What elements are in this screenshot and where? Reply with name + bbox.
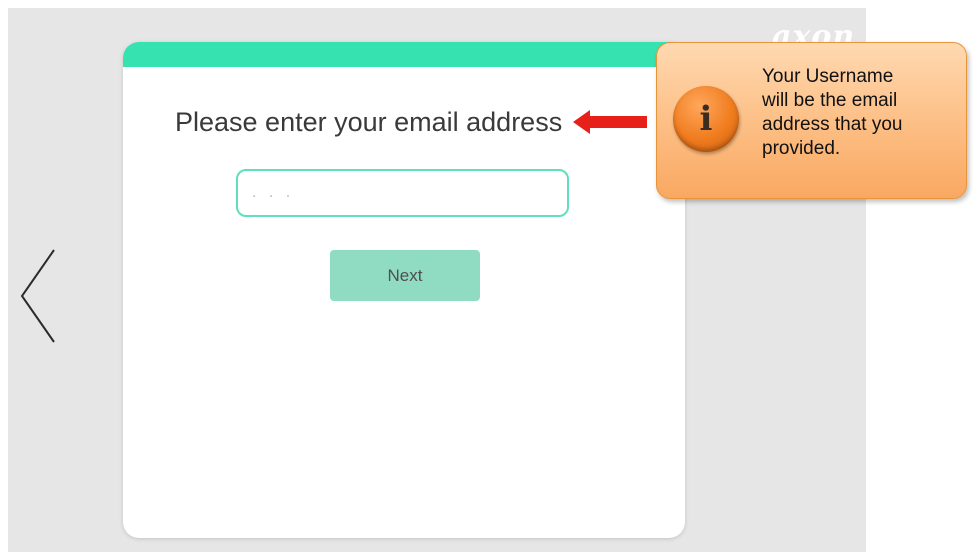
arrow-left-icon xyxy=(573,110,647,134)
email-prompt: Please enter your email address xyxy=(175,107,563,137)
callout-line: provided. xyxy=(762,138,841,159)
top-strip xyxy=(0,0,975,8)
info-callout: i Your Username will be the email addres… xyxy=(656,42,967,199)
card-accent-bar xyxy=(123,42,685,67)
callout-line: will be the email xyxy=(762,90,898,111)
info-icon: i xyxy=(673,86,739,152)
callout-line: Your Username xyxy=(762,66,894,87)
next-button[interactable]: Next xyxy=(330,250,480,301)
chevron-left-icon[interactable] xyxy=(18,246,60,346)
email-input[interactable] xyxy=(236,169,569,217)
callout-text: Your Username will be the email address … xyxy=(762,65,952,161)
callout-line: address that you xyxy=(762,114,903,135)
